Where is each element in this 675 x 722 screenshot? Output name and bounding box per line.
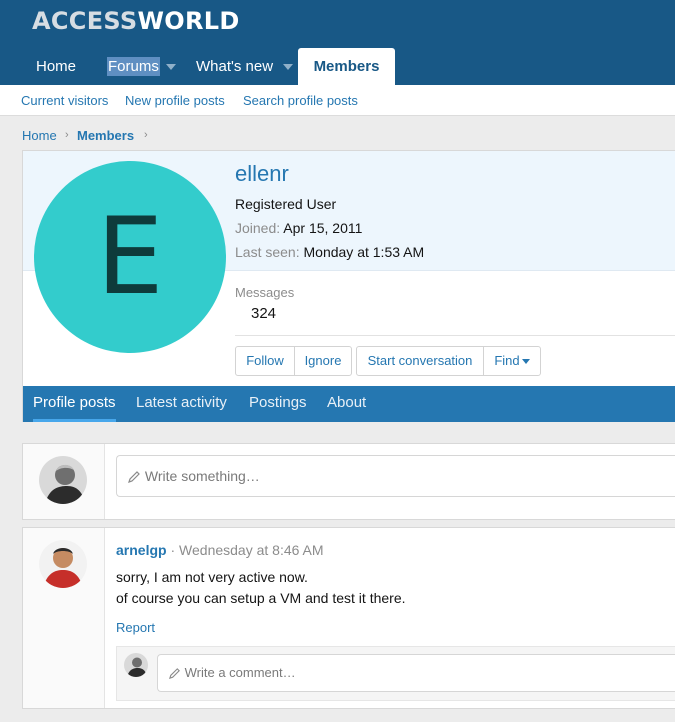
user-photo-icon (39, 456, 87, 504)
post-author-name[interactable]: arnelgp (116, 542, 167, 558)
profile-username[interactable]: ellenr (235, 161, 289, 187)
post-author-avatar[interactable] (39, 540, 87, 588)
sub-navigation: Current visitors New profile posts Searc… (0, 85, 675, 116)
site-logo[interactable]: ACCESSWORLD (32, 7, 240, 35)
logo-text-access: ACCESS (32, 7, 138, 35)
profile-last-seen: Last seen: Monday at 1:53 AM (235, 244, 424, 260)
find-button[interactable]: Find (483, 346, 541, 376)
chevron-down-icon (521, 359, 530, 365)
post-text-line: sorry, I am not very active now. (116, 569, 308, 585)
subnav-search-profile-posts[interactable]: Search profile posts (243, 93, 358, 108)
pencil-icon (128, 471, 140, 484)
follow-button[interactable]: Follow (235, 346, 295, 376)
author-photo-icon (39, 540, 87, 588)
write-comment-placeholder: Write a comment… (184, 665, 296, 680)
breadcrumb-home[interactable]: Home (22, 128, 57, 143)
profile-post: arnelgp · Wednesday at 8:46 AM sorry, I … (22, 527, 675, 709)
tab-postings[interactable]: Postings (249, 386, 307, 422)
nav-tab-forums-label: Forums (107, 57, 160, 76)
find-button-label: Find (494, 353, 520, 368)
write-something-placeholder: Write something… (144, 468, 260, 484)
breadcrumb-separator-icon: › (65, 129, 69, 141)
ignore-button[interactable]: Ignore (294, 346, 352, 376)
breadcrumb-separator-icon: › (144, 129, 148, 141)
tab-latest-activity[interactable]: Latest activity (136, 386, 227, 422)
post-timestamp[interactable]: Wednesday at 8:46 AM (179, 542, 324, 558)
subnav-current-visitors[interactable]: Current visitors (21, 93, 108, 108)
profile-joined: Joined: Apr 15, 2011 (235, 220, 362, 236)
joined-value: Apr 15, 2011 (283, 220, 363, 236)
post-text-line: of course you can setup a VM and test it… (116, 590, 406, 606)
comment-area: Write a comment… (116, 646, 675, 701)
subnav-new-profile-posts[interactable]: New profile posts (125, 93, 225, 108)
tab-profile-posts[interactable]: Profile posts (33, 386, 116, 422)
nav-tab-whats-new-label: What's new (196, 58, 274, 75)
nav-tab-home[interactable]: Home (36, 48, 76, 85)
start-conversation-button[interactable]: Start conversation (356, 346, 484, 376)
post-separator: · (170, 542, 176, 558)
write-something-input[interactable]: Write something… (116, 455, 675, 497)
logo-text-world: WORLD (137, 7, 240, 35)
chevron-down-icon[interactable] (166, 64, 176, 70)
joined-label: Joined: (235, 220, 281, 236)
last-seen-value: Monday at 1:53 AM (303, 244, 425, 260)
profile-user-title: Registered User (235, 196, 337, 212)
messages-count[interactable]: 324 (251, 305, 276, 322)
breadcrumb-members[interactable]: Members (77, 128, 134, 143)
current-user-avatar[interactable] (39, 456, 87, 504)
post-header: arnelgp · Wednesday at 8:46 AM (116, 542, 324, 558)
pencil-icon (168, 668, 180, 680)
divider (235, 335, 675, 336)
user-photo-icon (124, 653, 148, 677)
nav-tab-members[interactable]: Members (298, 48, 395, 85)
profile-card: E ellenr Registered User Joined: Apr 15,… (22, 150, 675, 422)
comment-user-avatar[interactable] (124, 653, 148, 677)
nav-tab-whats-new[interactable]: What's new (196, 48, 293, 85)
profile-tabs: Profile posts Latest activity Postings A… (23, 386, 675, 422)
write-comment-input[interactable]: Write a comment… (157, 654, 675, 692)
profile-post-composer: Write something… (22, 443, 675, 520)
profile-avatar[interactable]: E (34, 161, 226, 353)
last-seen-label: Last seen: (235, 244, 300, 260)
tab-about[interactable]: About (327, 386, 366, 422)
site-header: ACCESSWORLD Home Forums What's new Membe… (0, 0, 675, 85)
report-link[interactable]: Report (116, 620, 155, 635)
nav-tab-forums[interactable]: Forums (107, 48, 176, 85)
messages-label: Messages (235, 285, 295, 300)
chevron-down-icon[interactable] (283, 64, 293, 70)
